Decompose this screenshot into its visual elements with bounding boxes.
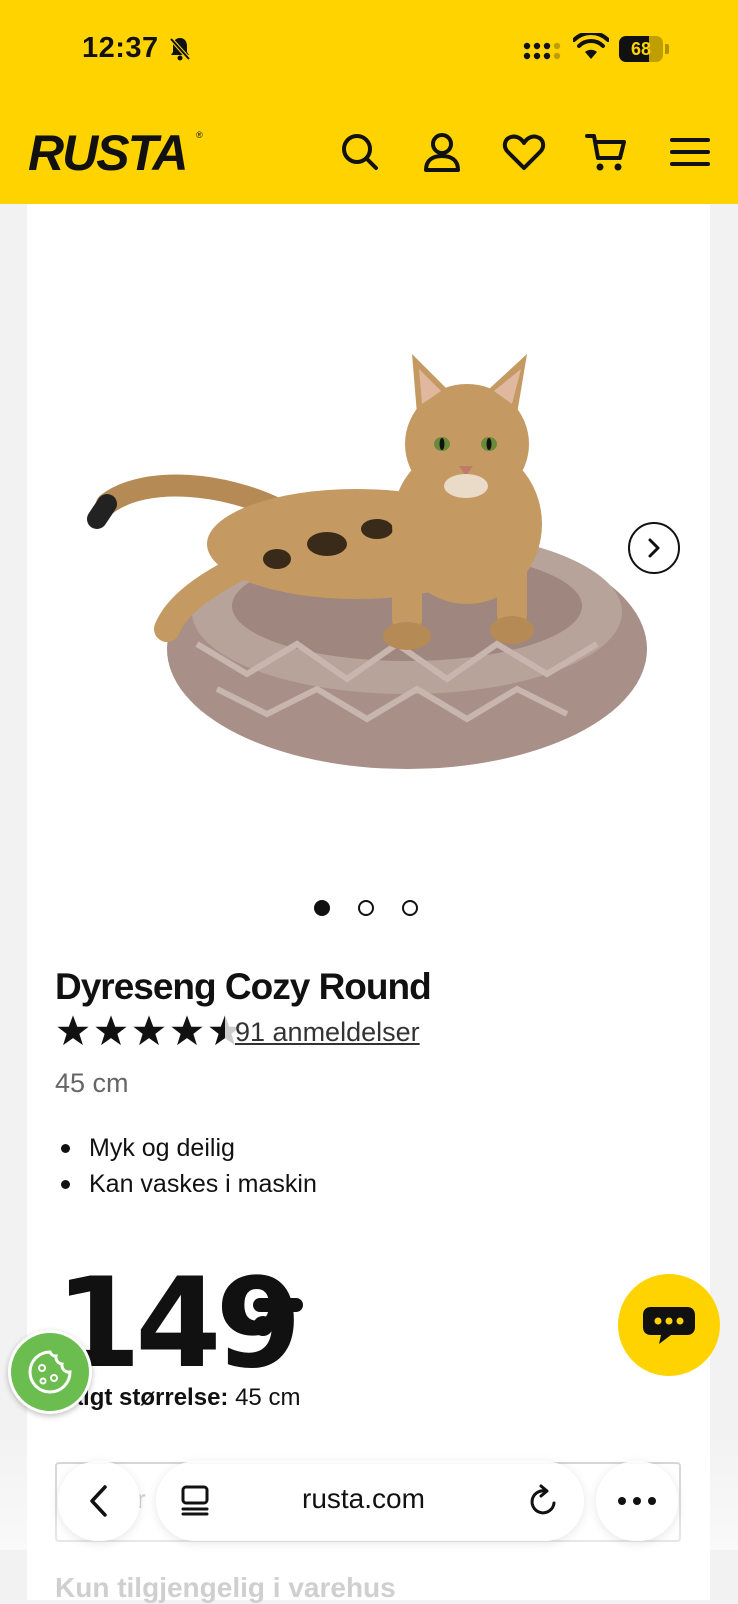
gallery-dot[interactable]	[402, 900, 418, 916]
selected-size-value: 45 cm	[235, 1384, 301, 1411]
reviews-link[interactable]: 91 anmeldelser	[235, 1017, 420, 1048]
chat-button[interactable]	[618, 1274, 720, 1376]
tabs-icon[interactable]	[180, 1483, 210, 1517]
status-bar: 12:37 68	[0, 0, 738, 100]
wifi-icon	[573, 33, 609, 59]
gallery-dot[interactable]	[358, 900, 374, 916]
star-icon	[171, 1015, 203, 1046]
heart-icon[interactable]	[502, 130, 546, 174]
signal-icon	[523, 42, 561, 60]
back-icon	[90, 1485, 107, 1517]
product-card: Dyreseng Cozy Round 91 anmeldelser 45 cm…	[27, 204, 710, 1603]
product-title: Dyreseng Cozy Round	[55, 966, 432, 1007]
registered-mark-icon: ®	[196, 130, 203, 140]
product-image[interactable]	[27, 344, 710, 964]
search-icon[interactable]	[338, 130, 382, 174]
site-header: RUSTA ®	[0, 100, 738, 204]
bell-slash-icon	[169, 37, 191, 61]
gallery-next-button[interactable]	[628, 522, 680, 574]
cookie-icon	[28, 1350, 72, 1394]
list-item: Myk og deilig	[55, 1130, 317, 1166]
star-icon	[95, 1015, 127, 1046]
list-item: Kan vaskes i maskin	[55, 1166, 317, 1202]
user-icon[interactable]	[420, 130, 464, 174]
cart-icon[interactable]	[584, 130, 628, 174]
browser-url[interactable]: rusta.com	[302, 1483, 425, 1515]
battery-percent: 68	[630, 39, 652, 59]
status-time: 12:37	[82, 32, 159, 64]
store-availability: Kun tilgjengelig i varehus	[55, 1572, 396, 1603]
product-features: Myk og deilig Kan vaskes i maskin	[55, 1130, 317, 1202]
cookie-settings-button[interactable]	[8, 1330, 92, 1414]
star-icon	[133, 1015, 165, 1046]
browser-back-button[interactable]	[58, 1461, 140, 1541]
chevron-right-icon	[648, 538, 660, 558]
gallery-pagination	[314, 900, 418, 920]
selected-size: Valgt størrelse: 45 cm	[55, 1384, 300, 1412]
chat-icon	[643, 1307, 695, 1344]
battery-icon: 68	[619, 36, 669, 62]
browser-more-button[interactable]	[596, 1461, 678, 1541]
gallery-dot[interactable]	[314, 900, 330, 916]
star-icon	[57, 1015, 89, 1046]
product-size: 45 cm	[55, 1068, 129, 1098]
menu-icon[interactable]	[668, 130, 712, 174]
more-icon	[618, 1497, 656, 1505]
rusta-logo[interactable]: RUSTA	[28, 124, 189, 182]
price-dot	[253, 1316, 273, 1336]
reload-icon[interactable]	[528, 1483, 560, 1517]
browser-address-bar[interactable]: rusta.com	[156, 1461, 584, 1541]
price-dash	[253, 1298, 303, 1312]
rating-stars	[55, 1014, 243, 1048]
